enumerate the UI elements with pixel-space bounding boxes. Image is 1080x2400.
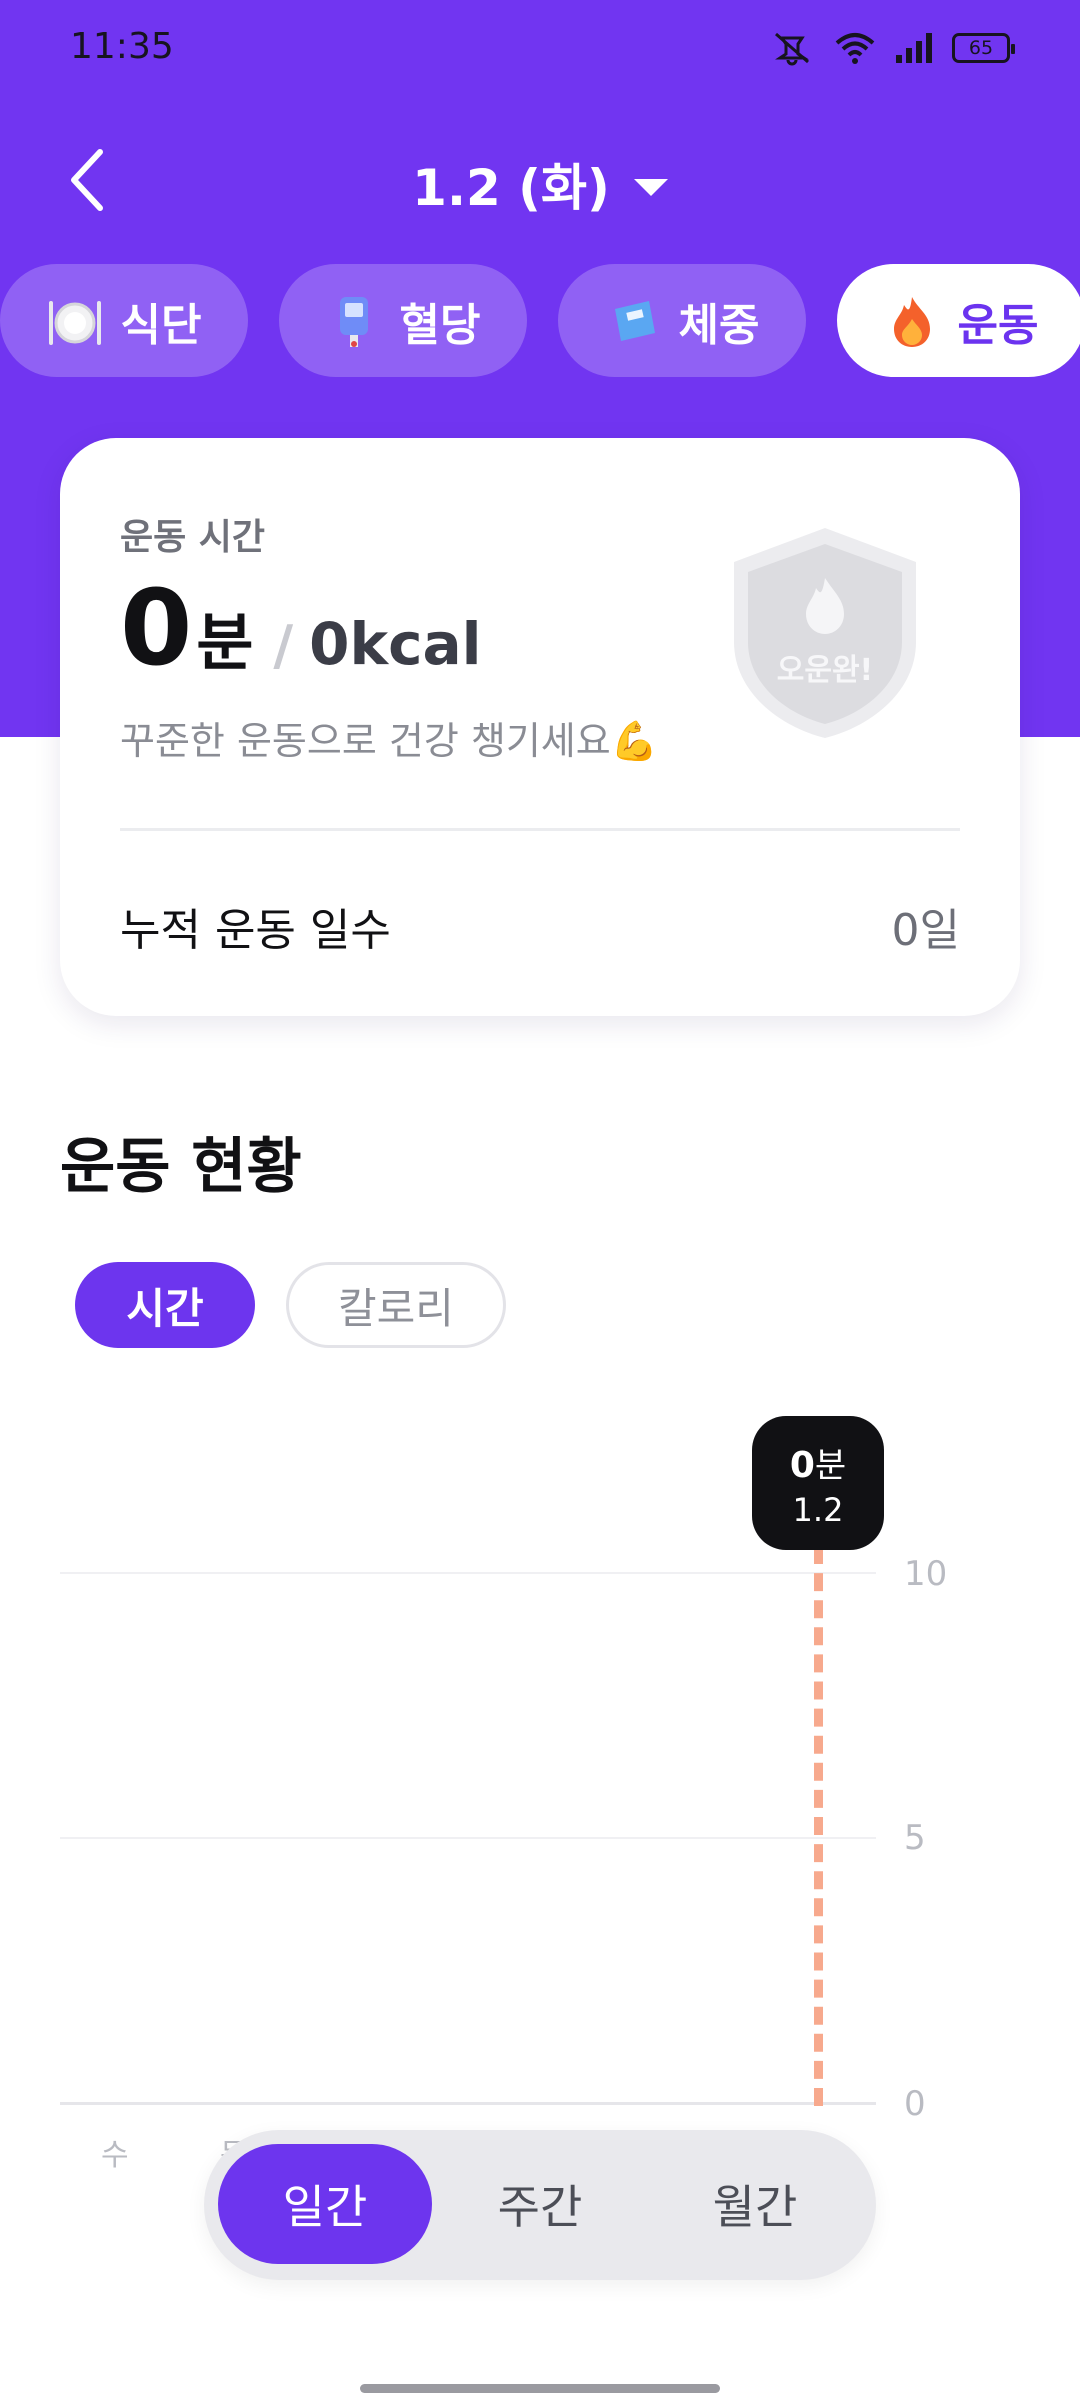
tab-diet-label: 식단 — [120, 299, 202, 351]
minutes-unit: 분 — [196, 606, 254, 679]
x-axis-line — [60, 2102, 876, 2105]
home-indicator[interactable] — [360, 2384, 720, 2393]
selected-day-indicator — [814, 1546, 823, 2106]
grid-line-5 — [60, 1837, 876, 1839]
badge-text: 오운완! — [777, 653, 873, 688]
exercise-summary-card: 운동 시간 0 분 / 0kcal 꾸준한 운동으로 건강 챙기세요💪 오운완!… — [60, 438, 1020, 1016]
y-tick-0: 0 — [904, 2084, 926, 2124]
card-divider — [120, 828, 960, 831]
wifi-icon — [835, 33, 875, 64]
tooltip-unit: 분 — [814, 1445, 847, 1486]
date-selector[interactable]: 1.2 (화) — [0, 148, 1080, 220]
tab-weight-label: 체중 — [678, 299, 760, 351]
tab-blood-sugar[interactable]: 혈당 — [279, 264, 527, 377]
workout-complete-badge-icon: 오운완! — [734, 528, 916, 738]
encouragement-text: 꾸준한 운동으로 건강 챙기세요💪 — [120, 719, 659, 763]
scale-icon — [605, 293, 661, 349]
kcal-value: 0kcal — [309, 610, 482, 678]
streak-value: 0일 — [891, 905, 960, 956]
y-tick-10: 10 — [904, 1554, 948, 1594]
tooltip-value: 0분 — [790, 1438, 846, 1487]
chart-tooltip: 0분 1.2 — [752, 1416, 884, 1550]
toggle-time[interactable]: 시간 — [75, 1262, 255, 1348]
minutes-value: 0 — [120, 567, 193, 689]
exercise-chart: 10 5 0 수 목 0분 1.2 — [0, 1400, 1080, 2200]
x-tick-wed: 수 — [101, 2138, 129, 2173]
tooltip-number: 0 — [789, 1444, 815, 1486]
period-monthly[interactable]: 월간 — [648, 2144, 862, 2264]
status-icons: 65 — [768, 28, 1015, 68]
streak-label: 누적 운동 일수 — [120, 905, 391, 956]
toggle-calories[interactable]: 칼로리 — [286, 1262, 506, 1348]
grid-line-10 — [60, 1572, 876, 1574]
section-title: 운동 현황 — [60, 1132, 302, 1202]
tooltip-date: 1.2 — [792, 1490, 844, 1529]
tab-weight[interactable]: 체중 — [558, 264, 806, 377]
period-selector: 일간 주간 월간 — [204, 2130, 876, 2280]
tab-blood-sugar-label: 혈당 — [399, 299, 481, 351]
tab-exercise-label: 운동 — [957, 299, 1039, 351]
mute-icon — [775, 32, 809, 66]
status-bar: 11:35 65 — [0, 0, 1080, 96]
battery-icon: 65 — [952, 33, 1015, 63]
date-label: 1.2 (화) — [412, 159, 610, 217]
tab-exercise[interactable]: 운동 — [837, 264, 1080, 377]
tab-diet[interactable]: 식단 — [0, 264, 248, 377]
glucose-meter-icon — [326, 293, 382, 349]
y-tick-5: 5 — [904, 1818, 926, 1858]
value-separator: / — [273, 614, 294, 677]
fire-icon — [884, 293, 940, 349]
signal-icon — [896, 33, 932, 63]
caret-down-icon — [633, 178, 668, 196]
exercise-time-value: 0 분 / 0kcal — [120, 576, 482, 682]
period-daily[interactable]: 일간 — [218, 2144, 432, 2264]
period-weekly[interactable]: 주간 — [433, 2144, 647, 2264]
plate-icon — [47, 293, 103, 349]
status-time: 11:35 — [70, 26, 174, 67]
exercise-time-label: 운동 시간 — [120, 517, 266, 558]
